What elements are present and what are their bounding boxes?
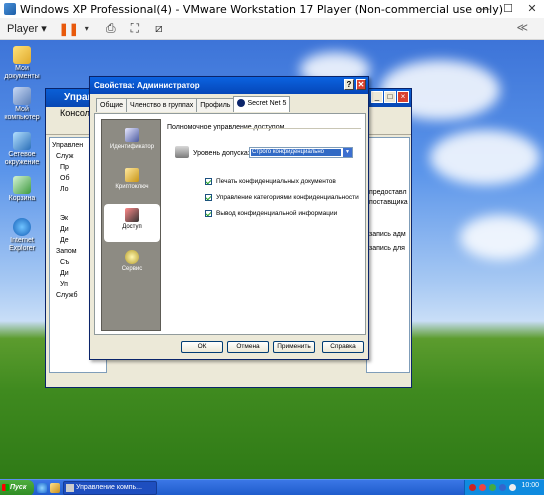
properties-dialog[interactable]: Свойства: Администратор ? ✕ Общие Членст… [89, 76, 369, 360]
dialog-button-row: ОК Отмена Применить Справка [90, 341, 370, 353]
windows-flag-icon [2, 484, 9, 491]
dialog-tabs: Общие Членство в группах Профиль Secret … [96, 96, 291, 112]
checkbox-label: Управление категориями конфиденциальност… [216, 194, 359, 201]
taskbar: Пуск Управление компь... 10:00 [0, 479, 544, 495]
unity-icon[interactable]: ⧄ [151, 21, 167, 36]
desktop-icon-my-documents[interactable]: Мои документы [0, 46, 44, 81]
secret-net-icon [237, 99, 246, 108]
start-label: Пуск [10, 484, 27, 491]
player-menu-button[interactable]: Player ▾ [7, 22, 47, 35]
pause-icon[interactable]: ❚❚ [59, 22, 79, 36]
id-card-icon [125, 128, 139, 142]
close-button[interactable]: ✕ [520, 0, 544, 18]
fullscreen-icon[interactable]: ⛶ [127, 21, 143, 36]
tab-general[interactable]: Общие [96, 98, 128, 112]
system-tray: 10:00 [464, 480, 544, 495]
checkbox[interactable] [205, 194, 212, 201]
help-dialog-button[interactable]: Справка [322, 341, 364, 353]
tab-secret-net-label: Secret Net 5 [247, 100, 287, 107]
checkbox-manage-categories[interactable]: Управление категориями конфиденциальност… [205, 194, 359, 201]
mmc-details-pane[interactable]: предоставл поставщика запись адм запись … [366, 137, 410, 373]
dialog-titlebar: Свойства: Администратор ? ✕ [90, 77, 368, 94]
vmware-logo-icon [4, 3, 16, 15]
help-button[interactable]: ? [344, 79, 354, 90]
tab-secret-net[interactable]: Secret Net 5 [233, 96, 291, 112]
vmware-toolbar: Player ▾ ❚❚ ▾ ⎙ ⛶ ⧄ ≪ [0, 18, 544, 40]
dropdown-arrow-icon[interactable]: ▾ [79, 22, 95, 36]
dialog-close-button[interactable]: ✕ [356, 79, 366, 90]
desktop-icon-internet-explorer[interactable]: Internet Explorer [0, 218, 44, 253]
tab-membership[interactable]: Членство в группах [126, 98, 198, 112]
maximize-button[interactable]: ☐ [496, 0, 520, 18]
category-identifier[interactable]: Идентификатор [104, 124, 160, 162]
computer-management-icon [66, 484, 74, 492]
clearance-level-label: Уровень допуска: [193, 150, 250, 157]
details-text: запись для [369, 245, 405, 252]
clearance-level-value: Строго конфиденциально [251, 149, 341, 156]
checkbox-print-confidential[interactable]: Печать конфиденциальных документов [205, 178, 336, 185]
details-text: предоставл [369, 189, 407, 196]
mmc-maximize-button[interactable]: □ [384, 91, 396, 103]
collapse-toolbar-button[interactable]: ≪ [516, 21, 528, 34]
tab-profile[interactable]: Профиль [196, 98, 235, 112]
checkbox-label: Вывод конфиденциальной информации [216, 210, 338, 217]
key-icon [125, 168, 139, 182]
tray-icon[interactable] [499, 484, 506, 491]
chevron-down-icon[interactable]: ▼ [343, 148, 352, 157]
secret-net-tab-page: Идентификатор Криптоключ Доступ Сервис П… [94, 113, 366, 335]
clearance-level-select[interactable]: Строго конфиденциально ▼ [249, 147, 353, 158]
category-access[interactable]: Доступ [104, 204, 160, 242]
checkbox[interactable] [205, 210, 212, 217]
tray-clock: 10:00 [521, 482, 539, 489]
dialog-title: Свойства: Администратор [94, 81, 200, 90]
explorer-quicklaunch-icon[interactable] [50, 483, 60, 493]
tray-icon[interactable] [489, 484, 496, 491]
category-list: Идентификатор Криптоключ Доступ Сервис [101, 119, 161, 331]
category-service[interactable]: Сервис [104, 246, 160, 284]
desktop-icon-my-computer[interactable]: Мой компьютер [0, 87, 44, 122]
start-button[interactable]: Пуск [0, 480, 34, 495]
taskbar-item-label: Управление компь... [76, 484, 142, 491]
tray-icon[interactable] [479, 484, 486, 491]
cancel-button[interactable]: Отмена [227, 341, 269, 353]
devices-icon[interactable]: ⎙ [103, 21, 119, 36]
vmware-titlebar: Windows XP Professional(4) - VMware Work… [0, 0, 544, 18]
lightbulb-icon [125, 250, 139, 264]
vmware-window-title: Windows XP Professional(4) - VMware Work… [20, 2, 504, 16]
details-text: поставщика [369, 199, 408, 206]
mmc-close-button[interactable]: × [397, 91, 409, 103]
access-icon [125, 208, 139, 222]
checkbox[interactable] [205, 178, 212, 185]
guest-desktop: Мои документы Мой компьютер Сетевое окру… [0, 40, 544, 479]
clearance-level-icon [175, 146, 189, 158]
taskbar-item-computer-management[interactable]: Управление компь... [63, 481, 157, 495]
category-cryptokey[interactable]: Криптоключ [104, 164, 160, 202]
ie-quicklaunch-icon[interactable] [37, 483, 47, 493]
tray-icon[interactable] [509, 484, 516, 491]
ok-button[interactable]: ОК [181, 341, 223, 353]
checkbox-output-confidential[interactable]: Вывод конфиденциальной информации [205, 210, 337, 217]
details-text: запись адм [369, 231, 406, 238]
group-divider [243, 128, 361, 129]
minimize-button[interactable]: — [472, 0, 496, 18]
desktop-icon-network[interactable]: Сетевое окружение [0, 132, 44, 167]
tray-icon[interactable] [469, 484, 476, 491]
desktop-icon-recycle-bin[interactable]: Корзина [0, 176, 44, 203]
checkbox-label: Печать конфиденциальных документов [216, 178, 336, 185]
apply-button[interactable]: Применить [273, 341, 315, 353]
mmc-minimize-button[interactable]: _ [371, 91, 383, 103]
